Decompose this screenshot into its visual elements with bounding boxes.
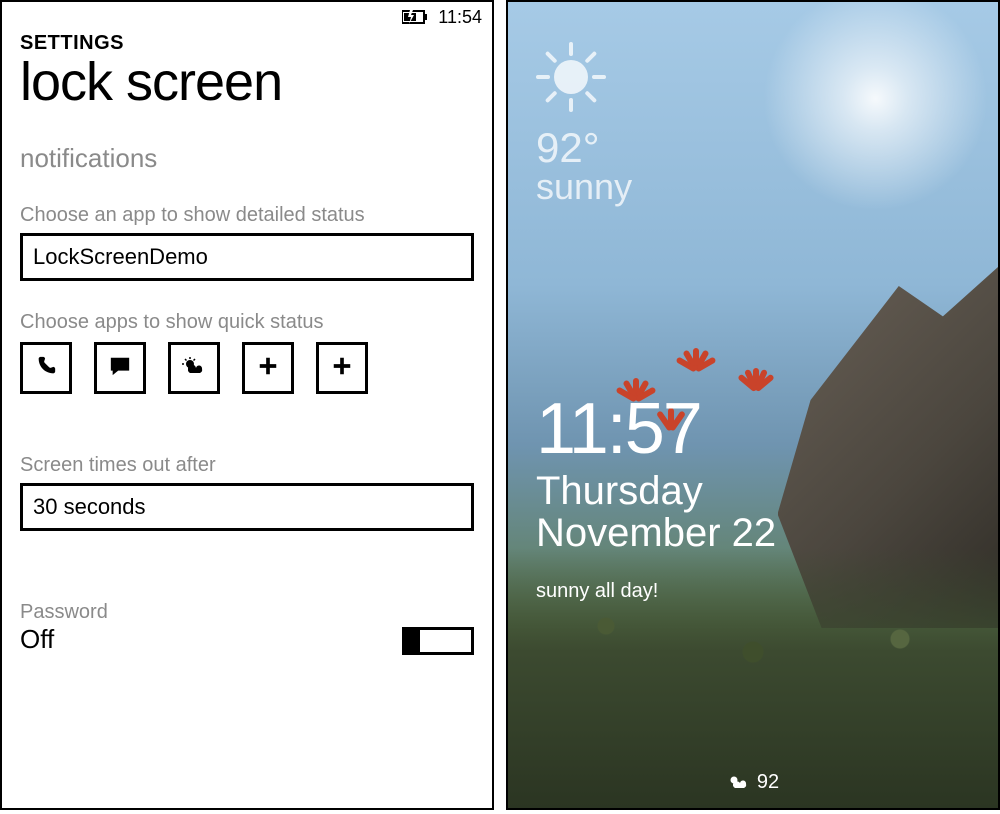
timeout-select[interactable]: 30 seconds (20, 483, 474, 531)
quick-slot-phone[interactable] (20, 342, 72, 394)
lock-time: 11:57 (536, 388, 978, 470)
battery-charging-icon (402, 9, 430, 25)
quick-status-value: 92 (757, 771, 779, 794)
lock-screen-phone: 92° sunny 11:57 Thursday November 22 sun… (506, 0, 1000, 810)
sun-icon (536, 42, 606, 112)
quick-status-indicator: 92 (508, 771, 998, 794)
quick-slot-add-2[interactable] (316, 342, 368, 394)
add-icon (257, 352, 279, 384)
page-title: lock screen (20, 51, 474, 113)
quick-status-label: Choose apps to show quick status (20, 311, 474, 334)
detailed-status-text: sunny all day! (536, 580, 978, 603)
detailed-status-select[interactable]: LockScreenDemo (20, 233, 474, 281)
timeout-value: 30 seconds (33, 494, 146, 519)
quick-status-row (20, 342, 474, 394)
timeout-label: Screen times out after (20, 454, 474, 477)
weather-block: 92° sunny (536, 42, 978, 208)
lock-day: Thursday (536, 470, 978, 512)
password-label: Password (20, 601, 108, 624)
quick-slot-weather[interactable] (168, 342, 220, 394)
add-icon (331, 352, 353, 384)
detailed-status-value: LockScreenDemo (33, 244, 208, 269)
toggle-knob (402, 627, 420, 655)
password-value: Off (20, 624, 108, 655)
quick-slot-message[interactable] (94, 342, 146, 394)
status-time: 11:54 (438, 7, 482, 28)
lock-screen-content: 92° sunny 11:57 Thursday November 22 sun… (536, 42, 978, 808)
status-bar: 11:54 (2, 2, 492, 28)
weather-icon (727, 774, 751, 792)
lock-date: November 22 (536, 512, 978, 554)
message-icon (109, 352, 131, 384)
settings-lock-screen-phone: 11:54 SETTINGS lock screen notifications… (0, 0, 494, 810)
weather-temp: 92° (536, 124, 978, 172)
weather-icon (182, 352, 206, 384)
detailed-status-label: Choose an app to show detailed status (20, 204, 474, 227)
phone-icon (35, 352, 57, 384)
quick-slot-add-1[interactable] (242, 342, 294, 394)
weather-condition: sunny (536, 166, 978, 208)
password-toggle[interactable] (402, 627, 474, 655)
notifications-section-label: notifications (20, 143, 474, 174)
